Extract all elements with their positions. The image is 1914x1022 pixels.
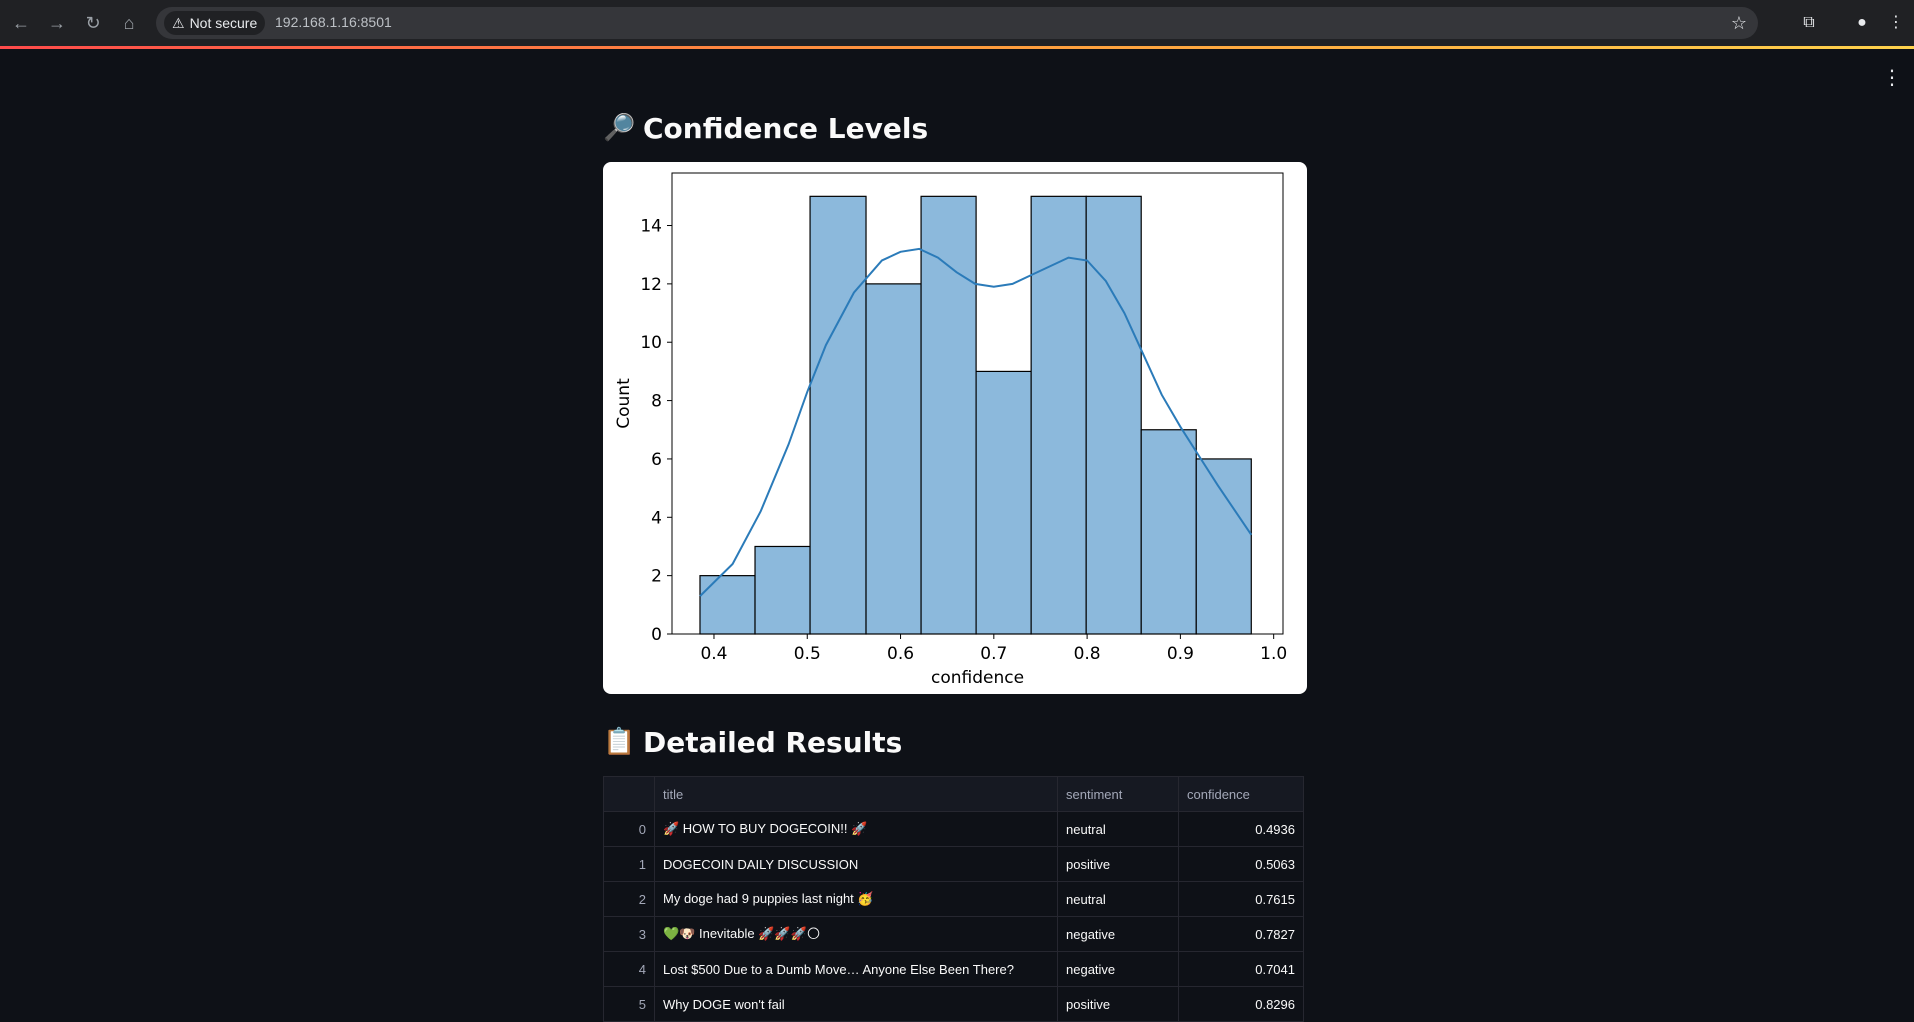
cell-sentiment[interactable]: positive	[1057, 846, 1179, 882]
cell-confidence[interactable]: 0.7041	[1178, 951, 1304, 987]
row-index: 0	[603, 811, 655, 847]
histogram-bar	[975, 370, 1032, 635]
y-tick-label: 4	[651, 508, 662, 528]
back-icon[interactable]: ←	[10, 12, 32, 34]
browser-toolbar: ← → ↻ ⌂ ⚠ Not secure 192.168.1.16:8501 ☆…	[0, 0, 1914, 46]
histogram-bar	[865, 283, 922, 635]
cell-title[interactable]: Why DOGE won't fail	[654, 986, 1058, 1022]
x-axis-label: confidence	[931, 668, 1024, 688]
y-axis-label: Count	[614, 378, 634, 429]
cell-confidence[interactable]: 0.8296	[1178, 986, 1304, 1022]
x-tick-label: 0.4	[700, 644, 727, 664]
row-index: 1	[603, 846, 655, 882]
row-index: 5	[603, 986, 655, 1022]
site-security-chip[interactable]: ⚠ Not secure	[164, 11, 266, 35]
y-tick-label: 14	[640, 217, 662, 237]
histogram-bar	[699, 575, 756, 635]
histogram-bar	[809, 195, 867, 635]
warning-icon: ⚠	[172, 14, 185, 31]
home-icon[interactable]: ⌂	[118, 12, 140, 34]
y-tick-label: 12	[640, 275, 662, 295]
row-index: 2	[603, 881, 655, 917]
column-header-title[interactable]: title	[654, 776, 1058, 812]
results-title: Detailed Results	[643, 725, 903, 759]
main-content: 🔎 Confidence Levels 0.4 0.5 0.6 0.7 0.8 0.9 1.…	[603, 100, 1307, 1022]
x-tick-label: 0.8	[1074, 644, 1101, 664]
table-header-row: title sentiment confidence	[603, 776, 1304, 812]
bookmark-star-icon[interactable]: ☆	[1728, 12, 1750, 34]
y-tick-label: 6	[651, 450, 662, 470]
column-header-confidence[interactable]: confidence	[1178, 776, 1304, 812]
column-header-sentiment[interactable]: sentiment	[1057, 776, 1179, 812]
x-tick-label: 1.0	[1260, 644, 1287, 664]
x-tick-label: 0.7	[980, 644, 1007, 664]
forward-icon[interactable]: →	[46, 12, 68, 34]
histogram-bar	[920, 195, 977, 635]
x-tick-label: 0.6	[887, 644, 914, 664]
cell-sentiment[interactable]: neutral	[1057, 811, 1179, 847]
browser-menu-icon[interactable]: ⋮	[1885, 12, 1907, 34]
cell-sentiment[interactable]: positive	[1057, 986, 1179, 1022]
extensions-icon[interactable]: ⧉	[1798, 12, 1820, 34]
table-row[interactable]: 2 My doge had 9 puppies last night 🥳 neu…	[603, 881, 1304, 917]
cell-title[interactable]: 💚🐶 Inevitable 🚀🚀🚀🌕	[654, 916, 1058, 952]
y-tick-label: 2	[651, 567, 662, 587]
y-tick-label: 8	[651, 392, 662, 412]
y-tick-label: 0	[651, 625, 662, 645]
loading-bar	[0, 46, 1914, 49]
cell-title[interactable]: Lost $500 Due to a Dumb Move… Anyone Els…	[654, 951, 1058, 987]
address-bar[interactable]: ⚠ Not secure 192.168.1.16:8501 ☆	[156, 7, 1758, 39]
table-row[interactable]: 0 🚀 HOW TO BUY DOGECOIN!! 🚀 neutral 0.49…	[603, 811, 1304, 847]
cell-sentiment[interactable]: negative	[1057, 951, 1179, 987]
app-menu-icon[interactable]: ⋮	[1882, 66, 1902, 90]
confidence-histogram: 0.4 0.5 0.6 0.7 0.8 0.9 1.0 0 2 4 6 8 10 12 14 confiden…	[614, 172, 1287, 688]
row-index: 4	[603, 951, 655, 987]
y-tick-label: 10	[640, 333, 662, 353]
cell-confidence[interactable]: 0.5063	[1178, 846, 1304, 882]
cell-confidence[interactable]: 0.7827	[1178, 916, 1304, 952]
magnifying-glass-icon: 🔎	[603, 113, 636, 143]
x-tick-label: 0.9	[1167, 644, 1194, 664]
histogram-bar	[1085, 195, 1142, 635]
url-text[interactable]: 192.168.1.16:8501	[275, 14, 392, 30]
histogram-bar	[754, 545, 811, 635]
cell-sentiment[interactable]: negative	[1057, 916, 1179, 952]
cell-title[interactable]: 🚀 HOW TO BUY DOGECOIN!! 🚀	[654, 811, 1058, 847]
table-row[interactable]: 1 DOGECOIN DAILY DISCUSSION positive 0.5…	[603, 846, 1304, 882]
reload-icon[interactable]: ↻	[82, 12, 104, 34]
table-row[interactable]: 3 💚🐶 Inevitable 🚀🚀🚀🌕 negative 0.7827	[603, 916, 1304, 952]
row-index: 3	[603, 916, 655, 952]
cell-confidence[interactable]: 0.4936	[1178, 811, 1304, 847]
cell-confidence[interactable]: 0.7615	[1178, 881, 1304, 917]
results-heading: 📋 Detailed Results	[603, 714, 1307, 770]
cell-title[interactable]: My doge had 9 puppies last night 🥳	[654, 881, 1058, 917]
table-row[interactable]: 5 Why DOGE won't fail positive 0.8296	[603, 986, 1304, 1022]
table-row[interactable]: 4 Lost $500 Due to a Dumb Move… Anyone E…	[603, 951, 1304, 987]
clipboard-icon: 📋	[603, 727, 636, 757]
confidence-histogram-card: 0.4 0.5 0.6 0.7 0.8 0.9 1.0 0 2 4 6 8 10 12 14 confiden…	[603, 162, 1307, 694]
results-table[interactable]: title sentiment confidence 0 🚀 HOW TO BU…	[603, 776, 1304, 1022]
x-tick-label: 0.5	[794, 644, 821, 664]
histogram-bar	[1140, 429, 1197, 635]
histogram-bar	[1195, 458, 1252, 635]
confidence-heading: 🔎 Confidence Levels	[603, 100, 1307, 156]
cell-title[interactable]: DOGECOIN DAILY DISCUSSION	[654, 846, 1058, 882]
profile-avatar-icon[interactable]: ●	[1851, 12, 1873, 34]
confidence-title: Confidence Levels	[643, 111, 929, 145]
column-header-index[interactable]	[603, 776, 655, 812]
cell-sentiment[interactable]: neutral	[1057, 881, 1179, 917]
security-label: Not secure	[189, 15, 258, 31]
